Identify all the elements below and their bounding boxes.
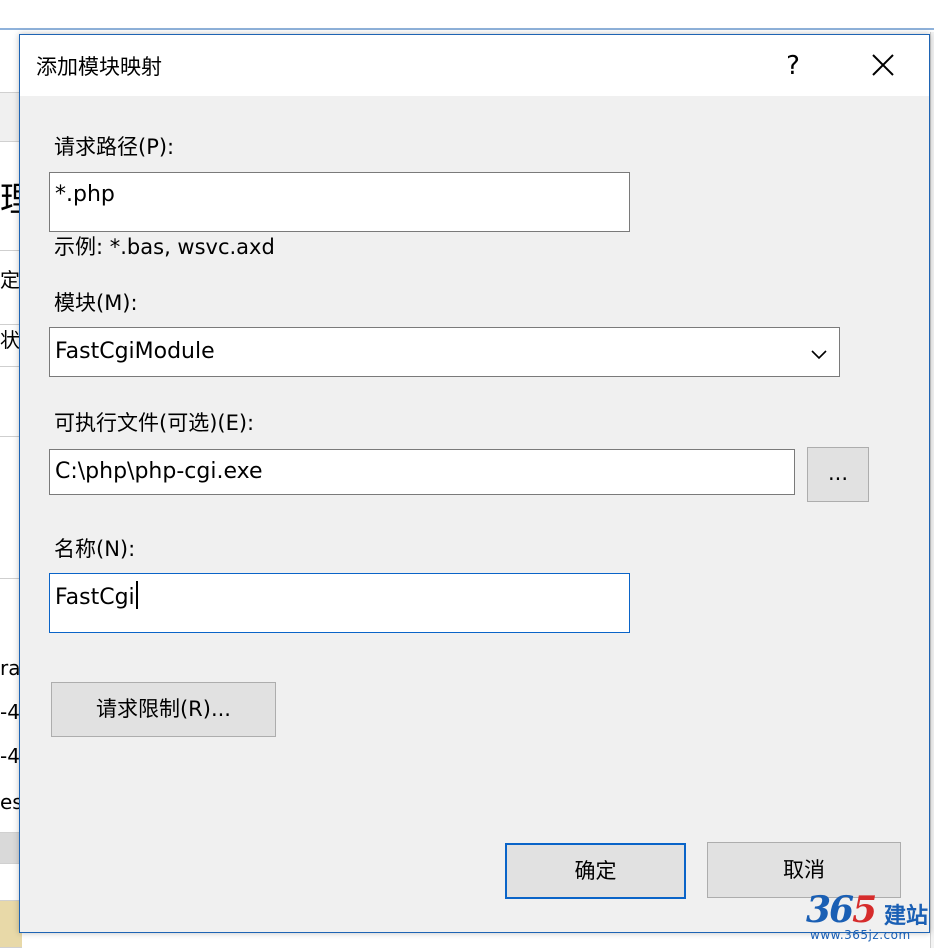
background-window-right	[930, 32, 934, 948]
watermark-number: 365	[806, 888, 877, 932]
module-label: 模块(M):	[54, 291, 138, 315]
close-icon	[872, 54, 894, 76]
chevron-down-icon	[811, 350, 827, 360]
module-selected-value: FastCgiModule	[55, 339, 215, 364]
ok-button[interactable]: 确定	[505, 843, 686, 899]
executable-input[interactable]: C:\php\php-cgi.exe	[49, 449, 795, 495]
name-input[interactable]: FastCgi	[49, 573, 630, 633]
request-path-input[interactable]: *.php	[49, 172, 630, 232]
module-select[interactable]: FastCgiModule	[49, 327, 840, 377]
add-module-mapping-dialog: 添加模块映射 ? 请求路径(P): *.php 示例: *.bas, wsvc.…	[19, 34, 930, 933]
watermark-chinese: 建站	[884, 904, 929, 929]
name-value: FastCgi	[55, 581, 138, 613]
dialog-titlebar[interactable]: 添加模块映射 ?	[20, 35, 929, 96]
help-icon: ?	[786, 51, 800, 81]
name-value-text: FastCgi	[55, 585, 135, 610]
help-button[interactable]: ?	[768, 41, 818, 91]
request-restrictions-button[interactable]: 请求限制(R)...	[51, 682, 276, 737]
text-caret	[135, 581, 138, 609]
browse-button[interactable]: ...	[807, 447, 869, 502]
dialog-title: 添加模块映射	[36, 55, 162, 79]
watermark-logo: 365 建站 www.365jz.com	[806, 888, 934, 948]
watermark-url: www.365jz.com	[810, 928, 911, 942]
executable-label: 可执行文件(可选)(E):	[54, 411, 255, 435]
close-button[interactable]	[858, 41, 908, 91]
name-label: 名称(N):	[54, 537, 136, 561]
request-path-label: 请求路径(P):	[54, 135, 175, 159]
watermark-number-b: 5	[852, 889, 877, 931]
request-path-value: *.php	[55, 182, 115, 207]
executable-value: C:\php\php-cgi.exe	[55, 459, 263, 484]
background-window-top	[0, 0, 934, 30]
watermark-number-a: 36	[806, 889, 854, 931]
request-path-hint: 示例: *.bas, wsvc.axd	[54, 233, 281, 261]
